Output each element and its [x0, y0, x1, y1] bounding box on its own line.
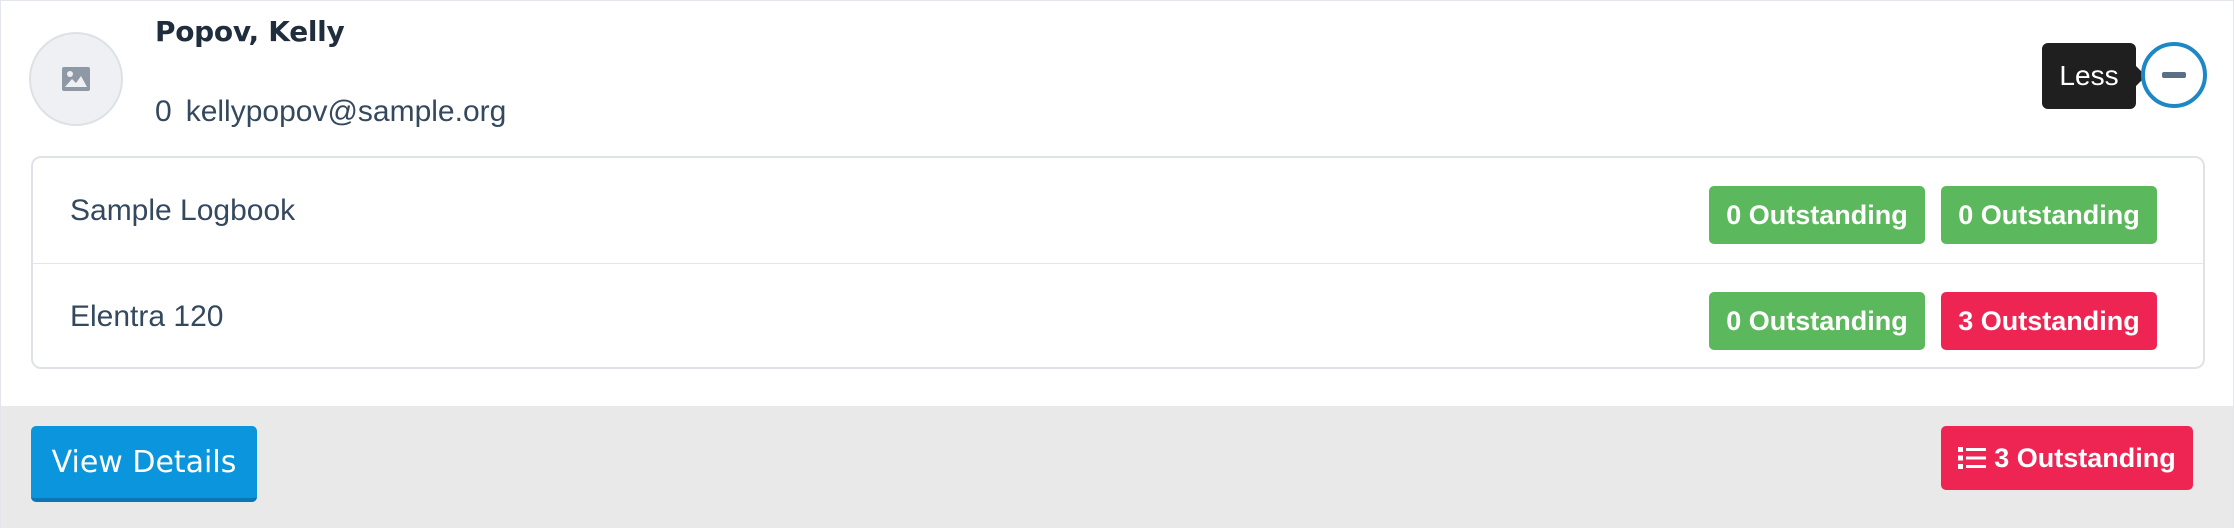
list-icon [1958, 447, 1987, 469]
image-placeholder-icon [62, 67, 90, 91]
total-outstanding-badge[interactable]: 3 Outstanding [1941, 426, 2193, 490]
total-outstanding-label: 3 Outstanding [1994, 442, 2176, 473]
table-row: Sample Logbook 0 Outstanding 0 Outstandi… [33, 158, 2203, 263]
view-details-button[interactable]: View Details [31, 426, 257, 502]
user-name: Popov, Kelly [155, 15, 345, 48]
outstanding-badge: 3 Outstanding [1941, 292, 2157, 350]
user-contact-line: 0 kellypopov@sample.org [155, 95, 506, 129]
avatar [29, 32, 123, 126]
badge-group: 0 Outstanding 0 Outstanding [1709, 186, 2157, 244]
user-card: Popov, Kelly 0 kellypopov@sample.org Less… [0, 0, 2234, 528]
card-footer: View Details 3 Outstanding [1, 406, 2233, 528]
collapse-toggle-button[interactable] [2141, 42, 2207, 108]
user-count: 0 [155, 95, 172, 128]
user-email: kellypopov@sample.org [185, 95, 507, 128]
logbook-name: Sample Logbook [70, 194, 296, 227]
badge-group: 0 Outstanding 3 Outstanding [1709, 292, 2157, 350]
table-row: Elentra 120 0 Outstanding 3 Outstanding [33, 263, 2203, 367]
outstanding-badge: 0 Outstanding [1941, 186, 2157, 244]
logbook-table: Sample Logbook 0 Outstanding 0 Outstandi… [31, 156, 2205, 369]
logbook-name: Elentra 120 [70, 300, 224, 333]
outstanding-badge: 0 Outstanding [1709, 292, 1925, 350]
less-tooltip: Less [2042, 43, 2146, 109]
outstanding-badge: 0 Outstanding [1709, 186, 1925, 244]
minus-icon [2162, 72, 2186, 78]
